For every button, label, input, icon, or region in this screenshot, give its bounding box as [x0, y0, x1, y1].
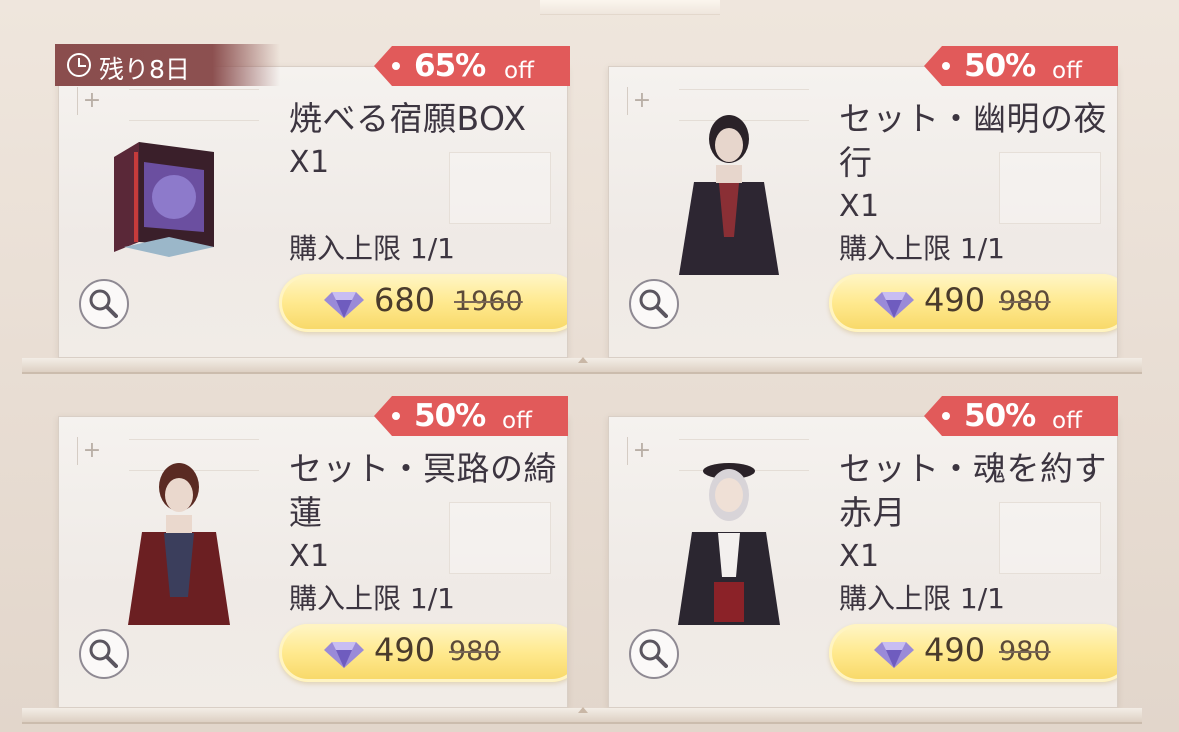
original-price: 980 — [449, 636, 501, 667]
discount-tag: 50% off — [924, 396, 1118, 436]
top-banner-edge — [540, 0, 720, 15]
diamond-icon — [324, 292, 364, 318]
purchase-limit: 購入上限 1/1 — [289, 232, 455, 265]
discount-tag: 50% off — [924, 46, 1118, 86]
plus-icon: + — [627, 87, 656, 115]
plus-icon: + — [627, 437, 656, 465]
shop-item-card-2[interactable]: + セット・幽明の夜行 X1 購入上限 1/1 490 980 — [608, 66, 1118, 358]
discount-tag: 50% off — [374, 396, 568, 436]
search-icon — [89, 289, 118, 318]
search-button[interactable] — [629, 629, 679, 679]
search-button[interactable] — [79, 279, 129, 329]
purchase-limit: 購入上限 1/1 — [289, 582, 455, 615]
sale-price: 680 — [374, 281, 436, 319]
item-quantity: X1 — [839, 539, 880, 574]
item-quantity: X1 — [289, 539, 330, 574]
item-quantity: X1 — [289, 145, 330, 180]
original-price: 980 — [999, 286, 1051, 317]
diamond-icon — [324, 642, 364, 668]
buy-button[interactable]: 680 1960 — [279, 274, 567, 332]
sale-price: 490 — [374, 631, 436, 669]
outfit-character-image — [679, 115, 779, 275]
original-price: 980 — [999, 636, 1051, 667]
buy-button[interactable]: 490 980 — [829, 274, 1117, 332]
buy-button[interactable]: 490 980 — [829, 624, 1117, 682]
tag-hole — [392, 62, 400, 70]
shop-item-card-1[interactable]: + 焼べる宿願BOX X1 購入上限 1/1 680 1960 — [58, 66, 568, 358]
buy-button[interactable]: 490 980 — [279, 624, 567, 682]
clock-icon — [67, 53, 91, 77]
shop-item-card-3[interactable]: + セット・冥路の綺蓮 X1 購入上限 1/1 490 980 — [58, 416, 568, 708]
diamond-icon — [874, 642, 914, 668]
search-button[interactable] — [629, 279, 679, 329]
sale-price: 490 — [924, 631, 986, 669]
purchase-limit: 購入上限 1/1 — [839, 232, 1005, 265]
discount-tag: 65% off — [374, 46, 570, 86]
diamond-icon — [874, 292, 914, 318]
shelf-marker — [578, 707, 588, 713]
time-remaining-label: 残り8日 — [99, 55, 190, 84]
item-title: 焼べる宿願BOX X1 — [289, 97, 559, 185]
sale-price: 490 — [924, 281, 986, 319]
discount-percent: 50% — [964, 48, 1036, 84]
hud-decoration — [129, 89, 259, 121]
discount-off-label: off — [1052, 58, 1082, 84]
time-remaining-badge: 残り8日 — [55, 44, 280, 86]
outfit-character-image — [128, 463, 230, 625]
search-icon — [639, 639, 668, 668]
outfit-character-image — [678, 463, 780, 625]
discount-off-label: off — [504, 58, 534, 84]
tribute-box-image — [114, 142, 214, 257]
item-title: セット・幽明の夜行 X1 — [839, 97, 1109, 229]
tag-hole — [942, 412, 950, 420]
original-price: 1960 — [454, 286, 523, 317]
discount-percent: 50% — [964, 398, 1036, 434]
item-title: セット・冥路の綺蓮 X1 — [289, 447, 559, 579]
shelf-marker — [578, 357, 588, 363]
tag-hole — [942, 62, 950, 70]
discount-off-label: off — [1052, 408, 1082, 434]
search-button[interactable] — [79, 629, 129, 679]
discount-off-label: off — [502, 408, 532, 434]
plus-icon: + — [77, 437, 106, 465]
tag-hole — [392, 412, 400, 420]
discount-percent: 50% — [414, 398, 486, 434]
plus-icon: + — [77, 87, 106, 115]
discount-percent: 65% — [414, 48, 486, 84]
item-title: セット・魂を約す赤月 X1 — [839, 447, 1109, 579]
purchase-limit: 購入上限 1/1 — [839, 582, 1005, 615]
search-icon — [639, 289, 668, 318]
shop-item-card-4[interactable]: + セット・魂を約す赤月 X1 購入上限 1/1 490 980 — [608, 416, 1118, 708]
search-icon — [89, 639, 118, 668]
item-quantity: X1 — [839, 189, 880, 224]
